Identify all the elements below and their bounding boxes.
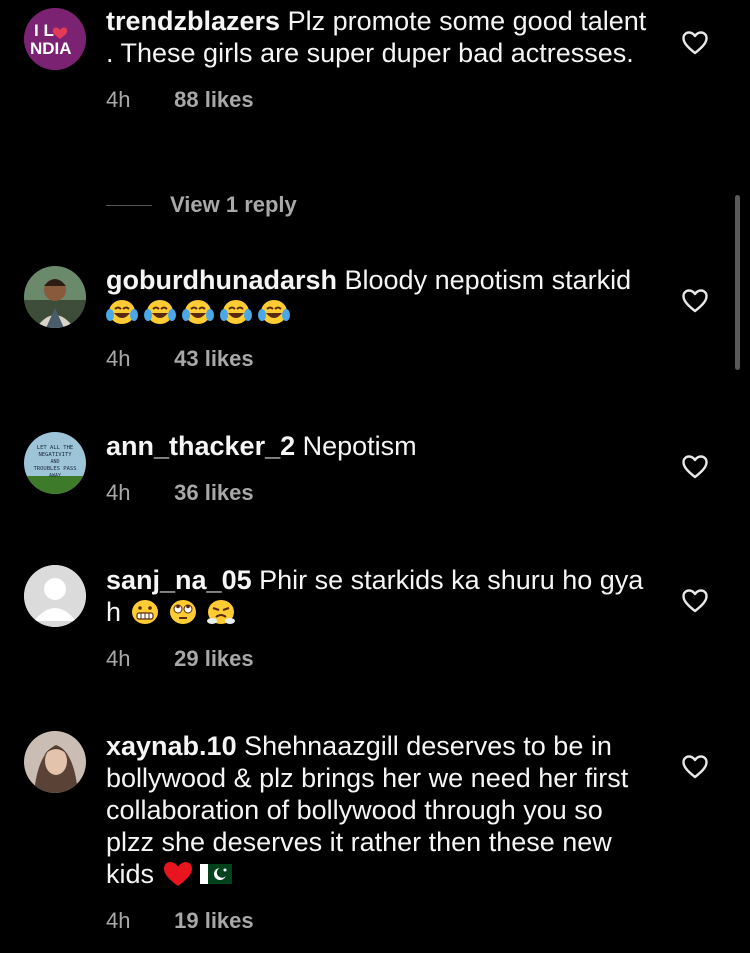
- like-count[interactable]: 19 likes: [174, 908, 254, 933]
- comment-text: ann_thacker_2 Nepotism: [106, 430, 651, 462]
- username[interactable]: sanj_na_05: [106, 565, 252, 595]
- timestamp: 4h: [106, 646, 131, 671]
- avatar-text-bottom: NDIA: [30, 39, 72, 58]
- avatar-text-top: I L: [34, 21, 54, 40]
- username[interactable]: goburdhunadarsh: [106, 265, 337, 295]
- svg-text:AND: AND: [50, 459, 59, 465]
- svg-text:TROUBLES PASS: TROUBLES PASS: [33, 466, 76, 472]
- heart-icon[interactable]: [682, 589, 708, 613]
- timestamp: 4h: [106, 908, 131, 933]
- flag-pakistan-icon: [199, 864, 232, 884]
- avatar[interactable]: LET ALL THE NEGATIVITY AND TROUBLES PASS…: [24, 432, 86, 494]
- face-with-rolling-eyes-icon: [169, 600, 196, 624]
- timestamp: 4h: [106, 346, 131, 371]
- comment-text: xaynab.10 Shehnaazgill deserves to be in…: [106, 730, 651, 890]
- comment-body: Bloody nepotism starkid: [344, 265, 632, 295]
- face-with-tears-of-joy-icon: [144, 300, 176, 324]
- timestamp: 4h: [106, 87, 131, 112]
- like-count[interactable]: 43 likes: [174, 346, 254, 371]
- like-count[interactable]: 29 likes: [174, 646, 254, 671]
- face-with-tears-of-joy-icon: [106, 300, 138, 324]
- heart-icon[interactable]: [682, 755, 708, 779]
- like-count[interactable]: 88 likes: [174, 87, 254, 112]
- comment-text: goburdhunadarsh Bloody nepotism starkid: [106, 264, 651, 328]
- red-heart-icon: [163, 862, 192, 886]
- comment-text: trendzblazers Plz promote some good tale…: [106, 5, 651, 69]
- svg-text:AWAY: AWAY: [49, 473, 61, 479]
- emoji-group: [129, 597, 243, 627]
- like-count[interactable]: 36 likes: [174, 480, 254, 505]
- view-replies-label: View 1 reply: [170, 192, 297, 217]
- emoji-group: [106, 297, 296, 327]
- heart-icon[interactable]: [682, 289, 708, 313]
- face-with-steam-from-nose-icon: [206, 600, 235, 624]
- avatar[interactable]: [24, 266, 86, 328]
- username[interactable]: trendzblazers: [106, 6, 280, 36]
- scrollbar[interactable]: [735, 195, 740, 370]
- comment-body: Nepotism: [302, 431, 417, 461]
- timestamp: 4h: [106, 480, 131, 505]
- face-with-tears-of-joy-icon: [258, 300, 290, 324]
- view-replies-button[interactable]: View 1 reply: [106, 191, 297, 219]
- svg-text:NEGATIVITY: NEGATIVITY: [38, 452, 72, 458]
- heart-icon[interactable]: [682, 455, 708, 479]
- heart-icon[interactable]: [682, 31, 708, 55]
- avatar[interactable]: I L NDIA: [24, 8, 86, 70]
- face-with-tears-of-joy-icon: [220, 300, 252, 324]
- avatar[interactable]: [24, 731, 86, 793]
- username[interactable]: ann_thacker_2: [106, 431, 295, 461]
- grimacing-face-icon: [131, 600, 158, 624]
- username[interactable]: xaynab.10: [106, 731, 237, 761]
- emoji-group: [162, 859, 238, 889]
- face-with-tears-of-joy-icon: [182, 300, 214, 324]
- reply-divider-line: [106, 204, 152, 206]
- avatar[interactable]: [24, 565, 86, 627]
- svg-text:LET ALL THE: LET ALL THE: [37, 445, 73, 451]
- comment-text: sanj_na_05 Phir se starkids ka shuru ho …: [106, 564, 651, 628]
